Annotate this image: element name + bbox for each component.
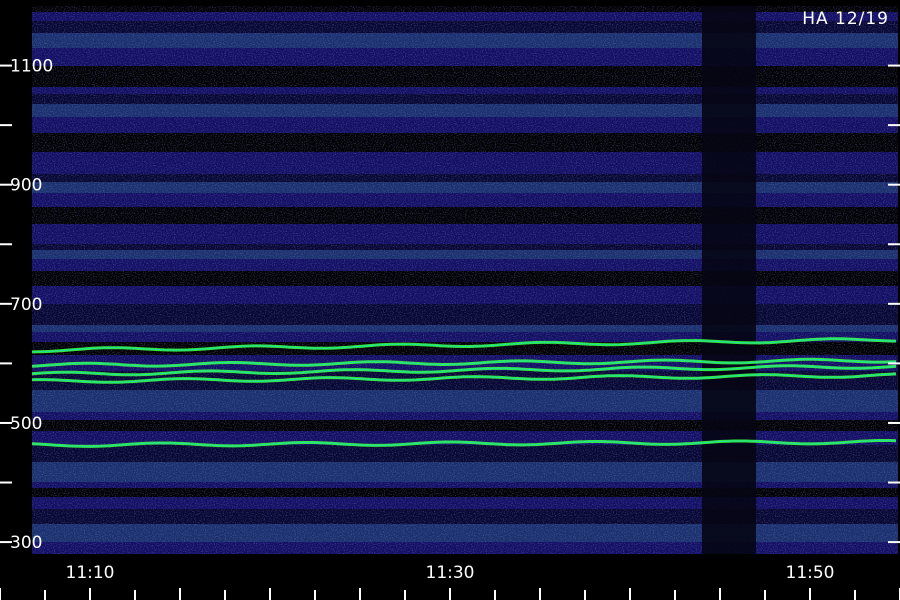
noise-overlay — [32, 6, 898, 554]
y-tick-label: 900 — [10, 176, 42, 196]
signal-dropout-region — [702, 6, 756, 554]
chart-title: HA 12/19 — [802, 9, 889, 29]
x-tick-label: 11:10 — [66, 563, 115, 583]
x-tick-label: 11:30 — [426, 563, 475, 583]
x-tick-label: 11:50 — [786, 563, 835, 583]
spectrogram-chart: 300 500 700 900 1100 11:10 11:30 11:50 HA 12/1… — [0, 0, 900, 600]
y-tick-label: 700 — [10, 295, 42, 315]
y-tick-label: 500 — [10, 414, 42, 434]
y-tick-label: 300 — [10, 533, 42, 553]
y-tick-label: 1100 — [10, 57, 53, 77]
